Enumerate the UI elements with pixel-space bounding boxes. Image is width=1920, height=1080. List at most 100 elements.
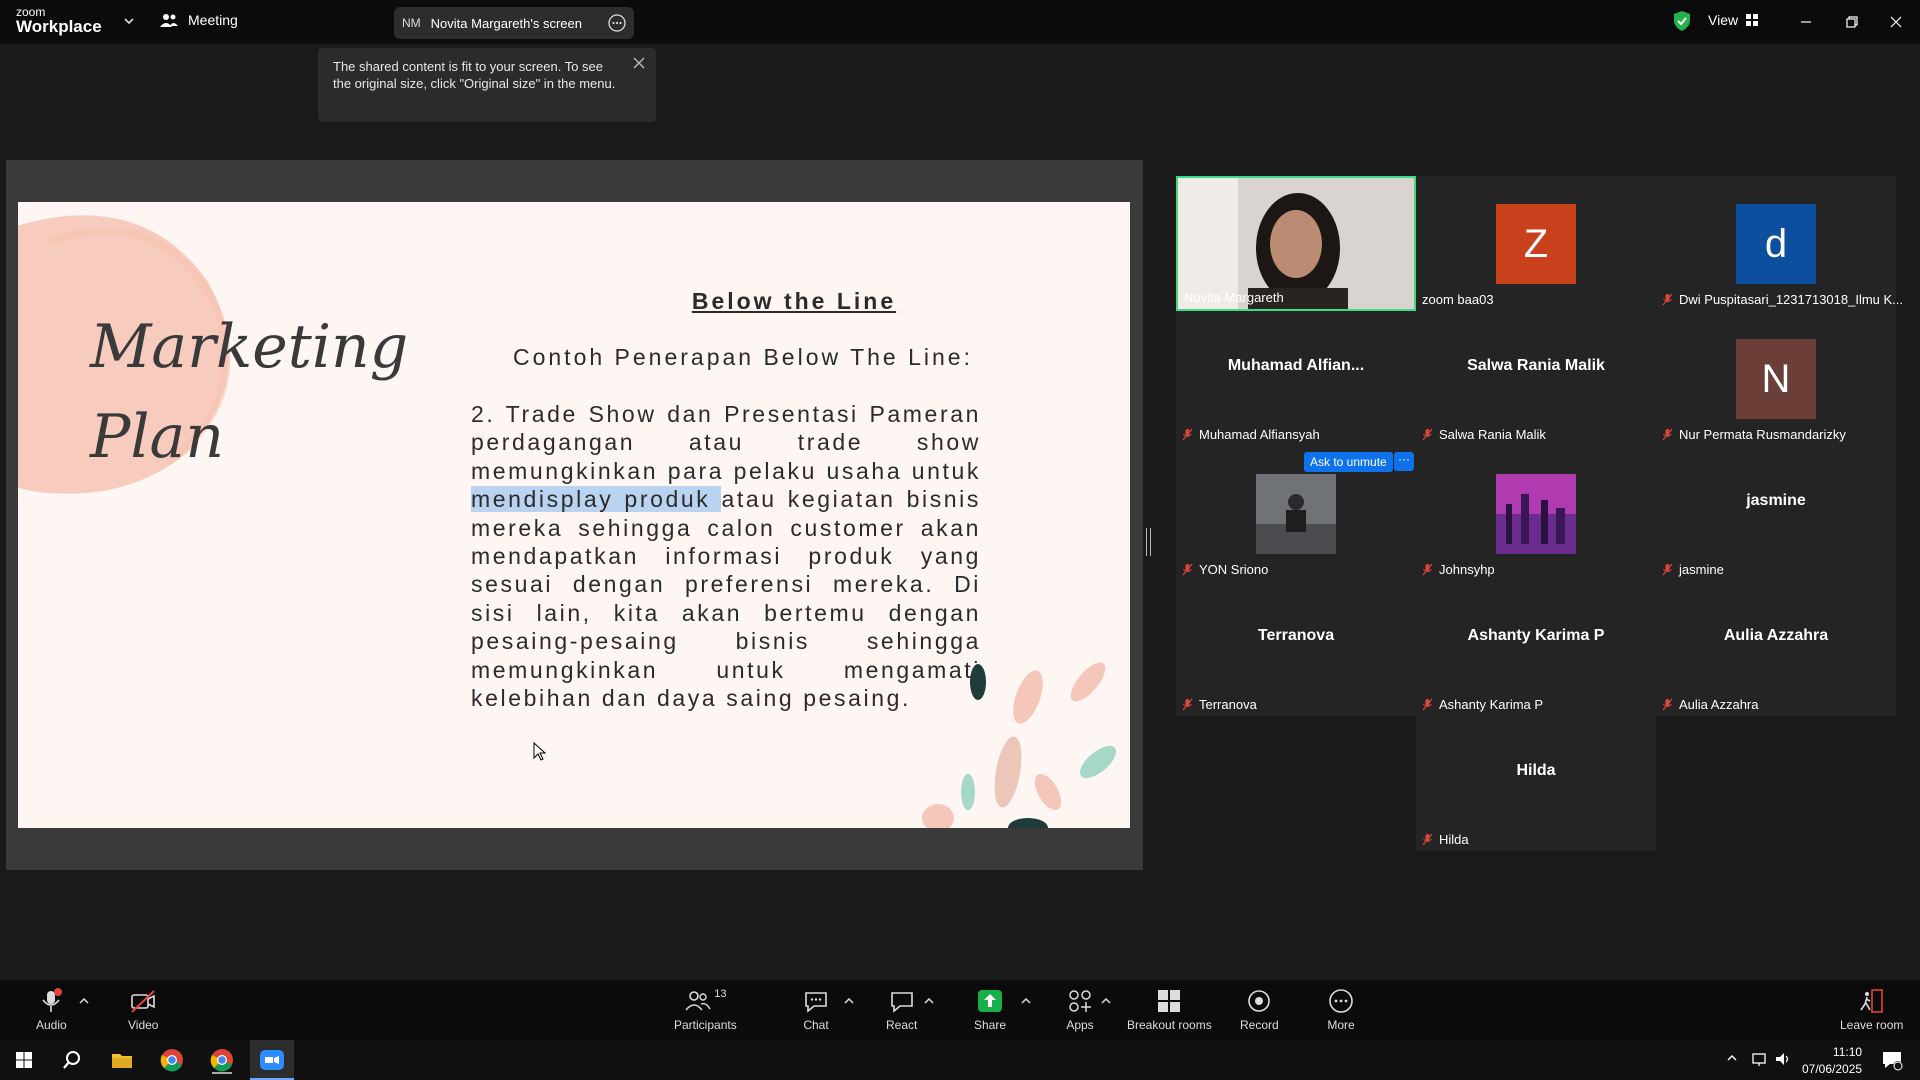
- zoom-taskbar-item[interactable]: [250, 1040, 294, 1080]
- leave-door-icon: [1860, 989, 1883, 1013]
- participants-button[interactable]: 13 Participants: [674, 988, 737, 1032]
- participant-name: Johnsyhp: [1422, 562, 1495, 577]
- chevron-up-icon[interactable]: [1100, 996, 1112, 1006]
- title-bar: zoom Workplace Meeting NM Novita Margare…: [0, 0, 1920, 44]
- participant-tile[interactable]: d Dwi Puspitasari_1231713018_Ilmu K...: [1656, 176, 1903, 311]
- chat-button[interactable]: Chat: [802, 988, 830, 1032]
- participant-name: Salwa Rania Malik: [1422, 427, 1546, 442]
- close-icon[interactable]: [632, 56, 646, 70]
- avatar-photo: [1256, 474, 1336, 554]
- windows-taskbar: 11:10 07/06/2025: [0, 1040, 1920, 1080]
- system-clock[interactable]: 11:10 07/06/2025: [1802, 1044, 1862, 1078]
- participant-name: Aulia Azzahra: [1662, 697, 1759, 712]
- share-label: Share: [974, 1018, 1007, 1032]
- participants-icon: [685, 991, 711, 1011]
- participant-display-name: Aulia Azzahra: [1723, 627, 1829, 644]
- volume-icon[interactable]: [1774, 1051, 1792, 1067]
- participant-tile[interactable]: Muhamad Alfian... Muhamad Alfiansyah: [1176, 311, 1416, 446]
- chrome-profile-icon[interactable]: [208, 1046, 236, 1074]
- participant-name: Nur Permata Rusmandarizky: [1662, 427, 1846, 442]
- windows-start-icon[interactable]: [10, 1046, 38, 1074]
- participant-name: Terranova: [1182, 697, 1257, 712]
- participant-tile[interactable]: Hilda Hilda: [1416, 716, 1656, 851]
- chevron-up-icon[interactable]: [923, 996, 935, 1006]
- apps-icon: [1069, 990, 1091, 1012]
- participant-name: Muhamad Alfiansyah: [1182, 427, 1320, 442]
- ask-to-unmute-button[interactable]: Ask to unmute: [1304, 452, 1393, 472]
- apps-label: Apps: [1066, 1018, 1094, 1032]
- mouse-cursor-icon: [533, 742, 547, 761]
- leave-label: Leave room: [1840, 1018, 1904, 1032]
- chevron-up-icon[interactable]: [1726, 1052, 1738, 1064]
- participant-name: Novita Margareth: [1184, 290, 1284, 305]
- breakout-label: Breakout rooms: [1127, 1018, 1212, 1032]
- muted-mic-icon: [1182, 563, 1193, 576]
- share-button[interactable]: Share: [974, 988, 1006, 1032]
- more-label: More: [1327, 1018, 1355, 1032]
- chevron-up-icon[interactable]: [78, 996, 90, 1006]
- breakout-rooms-button[interactable]: Breakout rooms: [1127, 988, 1212, 1032]
- logo-line-2: Workplace: [16, 17, 102, 36]
- participant-tile[interactable]: N Nur Permata Rusmandarizky: [1656, 311, 1896, 446]
- video-off-icon: [131, 990, 156, 1013]
- participant-tile[interactable]: Salwa Rania Malik Salwa Rania Malik: [1416, 311, 1656, 446]
- record-button[interactable]: Record: [1240, 988, 1279, 1032]
- meeting-menu[interactable]: Meeting: [160, 12, 238, 28]
- participant-tile[interactable]: Zzoom baa03: [1416, 176, 1656, 311]
- zoom-logo: zoom Workplace: [16, 6, 102, 35]
- avatar: Z: [1496, 204, 1576, 284]
- resize-handle[interactable]: [1146, 528, 1151, 556]
- participants-count: 13: [714, 988, 727, 1000]
- react-button[interactable]: React: [886, 988, 917, 1032]
- slide-title: Below the Line: [18, 288, 1130, 315]
- sharer-initials: NM: [402, 16, 421, 30]
- participant-more-button[interactable]: ···: [1394, 452, 1414, 471]
- close-icon[interactable]: [1884, 10, 1908, 34]
- chrome-icon[interactable]: [158, 1046, 186, 1074]
- presentation-slide: Marketing Plan Below the Line Contoh Pen…: [18, 202, 1130, 828]
- slide-title-text: Below the Line: [691, 288, 897, 314]
- record-icon: [1248, 990, 1271, 1012]
- chevron-down-icon[interactable]: [122, 14, 136, 28]
- restore-icon[interactable]: [1840, 10, 1864, 34]
- view-button[interactable]: View: [1708, 12, 1759, 28]
- avatar: d: [1736, 204, 1816, 284]
- audio-button[interactable]: Audio: [36, 988, 67, 1032]
- encryption-shield-icon[interactable]: [1672, 10, 1692, 32]
- participant-name: Dwi Puspitasari_1231713018_Ilmu K...: [1662, 292, 1903, 307]
- audio-label: Audio: [36, 1018, 67, 1032]
- meeting-toolbar: Audio Video 13 Participants Chat React S…: [0, 980, 1920, 1040]
- leave-room-button[interactable]: Leave room: [1840, 988, 1903, 1032]
- participant-tile[interactable]: Terranova Terranova: [1176, 581, 1416, 716]
- participant-tile[interactable]: Novita Margareth: [1176, 176, 1416, 311]
- apps-button[interactable]: Apps: [1066, 988, 1094, 1032]
- participant-tile[interactable]: Ashanty Karima P Ashanty Karima P: [1416, 581, 1656, 716]
- meeting-label: Meeting: [188, 12, 238, 28]
- body-highlight: mendisplay produk: [471, 486, 722, 513]
- muted-mic-icon: [1422, 833, 1433, 846]
- fit-to-screen-toast: The shared content is fit to your screen…: [318, 48, 656, 122]
- muted-mic-icon: [1662, 293, 1673, 306]
- search-icon[interactable]: [58, 1046, 86, 1074]
- participant-name: jasmine: [1662, 562, 1724, 577]
- participant-display-name: Muhamad Alfian...: [1227, 357, 1365, 374]
- participant-tile[interactable]: jasmine jasmine: [1656, 446, 1896, 581]
- toast-text: The shared content is fit to your screen…: [333, 59, 616, 91]
- network-icon[interactable]: [1750, 1051, 1768, 1067]
- notification-icon[interactable]: [1880, 1048, 1904, 1072]
- more-options-icon[interactable]: [608, 14, 626, 32]
- shared-screen[interactable]: Marketing Plan Below the Line Contoh Pen…: [6, 160, 1143, 870]
- mp-line-2: Plan: [90, 402, 224, 472]
- minimize-icon[interactable]: [1794, 10, 1818, 34]
- clock-time: 11:10: [1832, 1045, 1863, 1059]
- participant-tile[interactable]: Aulia Azzahra Aulia Azzahra: [1656, 581, 1896, 716]
- chevron-up-icon[interactable]: [843, 996, 855, 1006]
- chevron-up-icon[interactable]: [1020, 996, 1032, 1006]
- sharer-label: Novita Margareth's screen: [430, 15, 582, 31]
- record-label: Record: [1240, 1018, 1279, 1032]
- screen-share-pill[interactable]: NM Novita Margareth's screen: [394, 7, 634, 39]
- file-explorer-icon[interactable]: [108, 1046, 136, 1074]
- video-button[interactable]: Video: [128, 988, 158, 1032]
- participant-tile[interactable]: Johnsyhp: [1416, 446, 1656, 581]
- more-button[interactable]: More: [1327, 988, 1355, 1032]
